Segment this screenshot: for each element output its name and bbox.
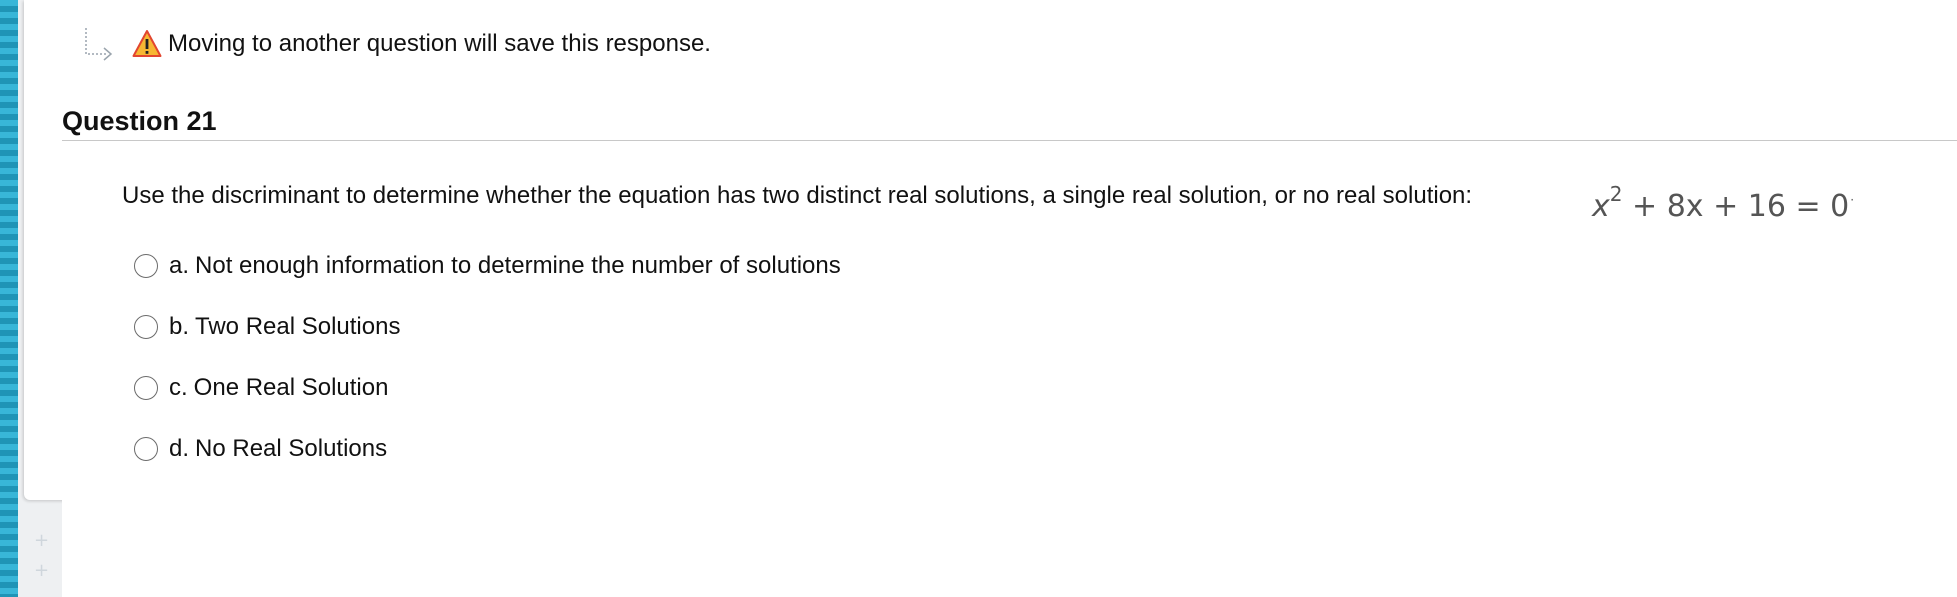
- option-letter: c.: [169, 374, 188, 401]
- option-label[interactable]: One Real Solution: [194, 374, 389, 402]
- answer-option-d[interactable]: d. No Real Solutions: [134, 435, 387, 463]
- equation-dot: ·: [1850, 193, 1855, 207]
- plus-icon: +: [34, 530, 50, 551]
- option-letter: a.: [169, 252, 190, 279]
- radio-button[interactable]: [134, 254, 158, 278]
- question-prompt: Use the discriminant to determine whethe…: [122, 182, 1473, 209]
- save-notice: Moving to another question will save thi…: [82, 14, 711, 74]
- notice-text: Moving to another question will save thi…: [168, 30, 711, 57]
- answer-option-c[interactable]: c. One Real Solution: [134, 374, 388, 402]
- option-label[interactable]: Two Real Solutions: [195, 313, 400, 341]
- option-letter: d.: [169, 435, 190, 462]
- option-label[interactable]: No Real Solutions: [195, 435, 387, 463]
- equation-base: x: [1592, 189, 1610, 224]
- question-divider: [62, 140, 1957, 141]
- equation-exponent: 2: [1609, 182, 1623, 206]
- plus-icon: +: [34, 560, 50, 581]
- option-label[interactable]: Not enough information to determine the …: [195, 252, 841, 280]
- question-title: Question 21: [62, 106, 217, 136]
- equation-rest: + 8x + 16 = 0: [1622, 189, 1850, 224]
- left-sidebar-stripe: [0, 0, 18, 597]
- radio-button[interactable]: [134, 437, 158, 461]
- radio-button[interactable]: [134, 376, 158, 400]
- question-card: [24, 0, 1957, 500]
- option-letter: b.: [169, 313, 190, 340]
- question-card-body: [62, 500, 1957, 597]
- return-arrow-icon: [85, 28, 113, 61]
- question-equation: x2 + 8x + 16 = 0·: [1592, 182, 1855, 224]
- answer-option-b[interactable]: b. Two Real Solutions: [134, 313, 400, 341]
- warning-icon: [132, 30, 162, 57]
- answer-option-a[interactable]: a. Not enough information to determine t…: [134, 252, 841, 280]
- radio-button[interactable]: [134, 315, 158, 339]
